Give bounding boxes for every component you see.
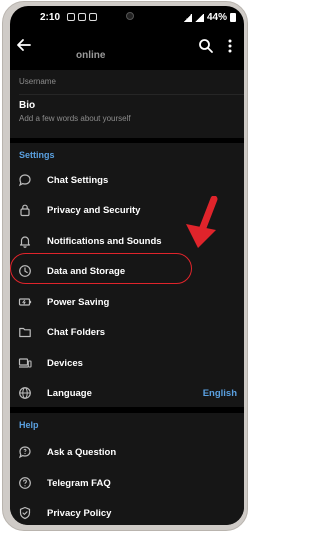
lock-icon: [18, 203, 32, 217]
notification-icon: [89, 13, 97, 21]
highlight-oval: [10, 253, 192, 284]
ask-question-row[interactable]: Ask a Question: [10, 438, 244, 468]
help-section: Help Ask a Question Telegram FAQ Privacy…: [10, 413, 244, 525]
chat-settings-label: Chat Settings: [47, 175, 109, 186]
chat-folders-row[interactable]: Chat Folders: [10, 318, 244, 348]
globe-icon: [18, 386, 32, 400]
bell-icon: [18, 234, 32, 248]
language-row[interactable]: Language English: [10, 379, 244, 409]
shield-check-icon: [18, 506, 32, 520]
chat-question-icon: [18, 445, 32, 459]
notification-icon: [67, 13, 75, 21]
battery-icon: [18, 295, 32, 309]
username-label: Username: [19, 77, 56, 86]
bio-button[interactable]: Bio: [19, 100, 35, 111]
settings-title: Settings: [19, 150, 55, 160]
notification-icon: [78, 13, 86, 21]
front-camera: [126, 12, 134, 20]
status-time: 2:10: [40, 12, 61, 23]
help-circle-icon: [18, 476, 32, 490]
search-icon: [199, 39, 213, 53]
signal-icon: [182, 13, 192, 22]
back-button[interactable]: [16, 37, 34, 55]
language-label: Language: [47, 388, 92, 399]
online-status: online: [76, 50, 106, 61]
help-title: Help: [19, 420, 39, 430]
chat-folders-label: Chat Folders: [47, 327, 106, 338]
chat-bubble-icon: [18, 173, 32, 187]
privacy-security-label: Privacy and Security: [47, 205, 141, 216]
bio-hint: Add a few words about yourself: [19, 114, 131, 123]
phone-frame: 2:10 44% online Username Bio Add a few w…: [2, 1, 248, 531]
more-options-button[interactable]: [224, 38, 236, 54]
power-saving-label: Power Saving: [47, 297, 110, 308]
chat-settings-row[interactable]: Chat Settings: [10, 166, 244, 196]
search-button[interactable]: [198, 38, 214, 54]
more-vertical-icon: [228, 39, 232, 53]
profile-info-card: Username Bio Add a few words about yours…: [10, 70, 244, 138]
language-value: English: [202, 388, 237, 399]
privacy-policy-row[interactable]: Privacy Policy: [10, 499, 244, 525]
folder-icon: [18, 325, 32, 339]
telegram-faq-label: Telegram FAQ: [47, 478, 111, 489]
notifications-label: Notifications and Sounds: [47, 236, 162, 247]
arrow-left-icon: [17, 39, 31, 51]
red-arrow-icon: [178, 196, 222, 252]
status-right: 44%: [182, 12, 236, 23]
privacy-policy-label: Privacy Policy: [47, 508, 112, 519]
devices-icon: [18, 356, 32, 370]
devices-label: Devices: [47, 358, 83, 369]
ask-question-label: Ask a Question: [47, 447, 117, 458]
divider: [19, 94, 244, 95]
telegram-faq-row[interactable]: Telegram FAQ: [10, 469, 244, 499]
battery-icon: [230, 13, 236, 22]
phone-screen: 2:10 44% online Username Bio Add a few w…: [10, 6, 244, 525]
signal-icon: [194, 13, 204, 22]
app-header: online: [10, 28, 244, 68]
notification-icons: [67, 13, 97, 21]
power-saving-row[interactable]: Power Saving: [10, 288, 244, 318]
status-bar: 2:10 44%: [10, 6, 244, 28]
devices-row[interactable]: Devices: [10, 349, 244, 379]
battery-percent: 44%: [206, 12, 227, 23]
